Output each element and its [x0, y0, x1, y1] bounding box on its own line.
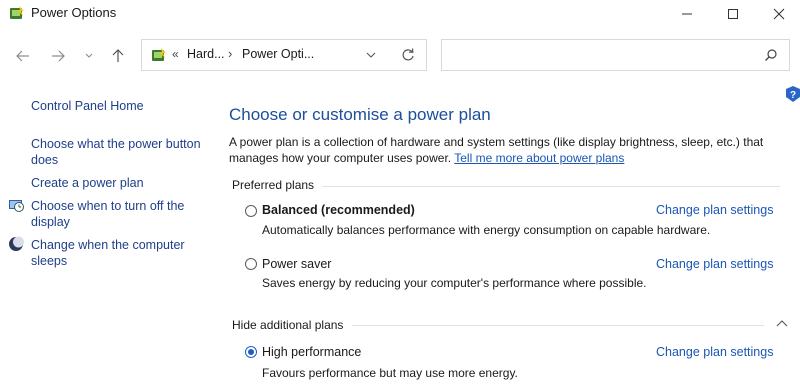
minimize-icon: [682, 13, 692, 15]
plan-name-high-performance[interactable]: High performance: [262, 345, 361, 359]
up-button[interactable]: [106, 44, 130, 68]
refresh-button[interactable]: [400, 47, 416, 63]
chevron-down-icon: [366, 52, 376, 58]
plan-name-power-saver[interactable]: Power saver: [262, 257, 331, 271]
forward-button[interactable]: [46, 44, 70, 68]
chevron-up-icon: [776, 320, 788, 327]
divider: [352, 325, 764, 326]
sidebar-item-sleep[interactable]: Change when the computer sleeps: [31, 237, 211, 269]
plan-description: Automatically balances performance with …: [262, 223, 711, 237]
breadcrumb-item[interactable]: Hard...: [187, 47, 225, 61]
maximize-button[interactable]: [710, 0, 756, 28]
search-input[interactable]: [441, 39, 790, 71]
breadcrumb-overflow[interactable]: «: [172, 47, 179, 61]
back-button[interactable]: [11, 44, 35, 68]
maximize-icon: [728, 9, 738, 19]
collapse-button[interactable]: [774, 317, 790, 331]
address-bar[interactable]: « Hard... › Power Opti...: [141, 39, 427, 71]
svg-text:?: ?: [790, 90, 796, 101]
plan-description: Saves energy by reducing your computer's…: [262, 276, 647, 290]
page-title: Choose or customise a power plan: [229, 105, 491, 124]
minimize-button[interactable]: [664, 0, 710, 28]
power-options-icon: [150, 47, 168, 65]
breadcrumb-separator[interactable]: ›: [228, 46, 232, 61]
arrow-left-icon: [16, 50, 29, 62]
refresh-icon: [402, 48, 414, 61]
power-options-icon: [8, 5, 26, 23]
change-plan-settings-link[interactable]: Change plan settings: [656, 257, 773, 271]
address-dropdown-button[interactable]: [363, 47, 379, 63]
window-title: Power Options: [31, 5, 117, 20]
help-icon[interactable]: ?: [786, 86, 800, 102]
chevron-down-icon: [85, 53, 93, 58]
hide-additional-plans-toggle[interactable]: Hide additional plans: [232, 318, 350, 332]
preferred-plans-label: Preferred plans: [232, 178, 321, 192]
control-panel-home-link[interactable]: Control Panel Home: [31, 98, 144, 114]
plan-description: Favours performance but may use more ene…: [262, 366, 518, 380]
learn-more-link[interactable]: Tell me more about power plans: [454, 151, 624, 165]
moon-icon: [8, 236, 24, 252]
change-plan-settings-link[interactable]: Change plan settings: [656, 345, 773, 359]
arrow-right-icon: [52, 50, 65, 62]
change-plan-settings-link[interactable]: Change plan settings: [656, 203, 773, 217]
sidebar-item-power-button[interactable]: Choose what the power button does: [31, 136, 211, 168]
close-button[interactable]: [756, 0, 800, 28]
plan-name-balanced[interactable]: Balanced (recommended): [262, 203, 415, 217]
page-description: A power plan is a collection of hardware…: [229, 134, 774, 166]
display-timer-icon: [8, 197, 24, 213]
search-icon[interactable]: [764, 48, 778, 62]
plan-radio-high-performance[interactable]: [245, 346, 257, 358]
sidebar-item-create-plan[interactable]: Create a power plan: [31, 175, 144, 191]
recent-locations-button[interactable]: [81, 44, 97, 68]
breadcrumb-item[interactable]: Power Opti...: [242, 47, 314, 61]
plan-radio-balanced[interactable]: [245, 205, 257, 217]
arrow-up-icon: [112, 49, 124, 62]
sidebar-item-display-off[interactable]: Choose when to turn off the display: [31, 198, 211, 230]
plan-radio-power-saver[interactable]: [245, 258, 257, 270]
close-icon: [773, 8, 785, 20]
divider: [322, 186, 780, 187]
